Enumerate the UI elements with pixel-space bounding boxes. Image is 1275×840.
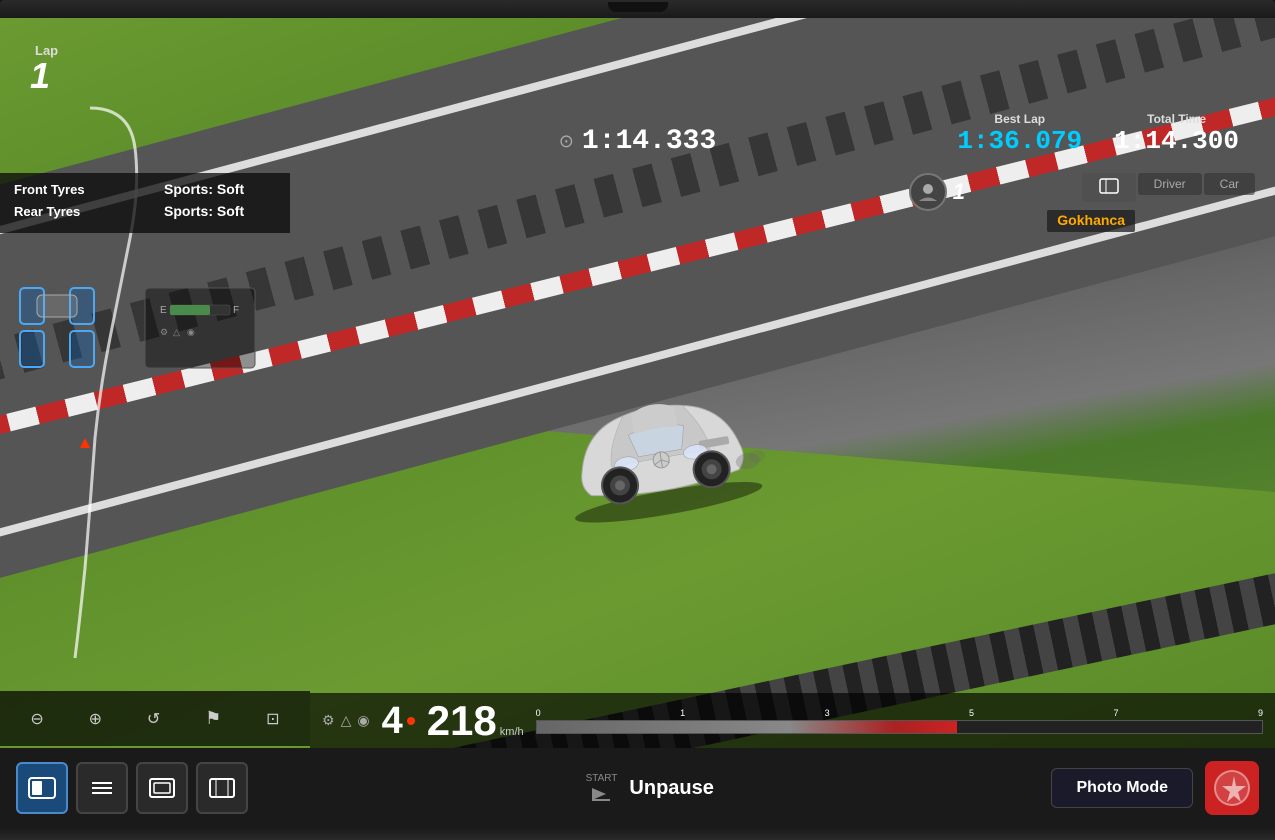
front-tyre-row: Front Tyres Sports: Soft bbox=[14, 181, 276, 197]
total-time-value: 1:14.300 bbox=[1114, 126, 1239, 156]
position-number: 1 bbox=[953, 179, 965, 205]
start-icon bbox=[588, 784, 614, 804]
front-tyre-type: Sports: Soft bbox=[164, 181, 244, 197]
rpm-bar bbox=[536, 720, 1263, 734]
player-position-section: 1 bbox=[909, 173, 965, 211]
tab-map[interactable] bbox=[1082, 173, 1136, 202]
view-mode-button-3[interactable] bbox=[136, 762, 188, 814]
ps-controller-button[interactable] bbox=[1205, 761, 1259, 815]
toolbar-right: Photo Mode bbox=[1051, 761, 1259, 815]
svg-text:⚙: ⚙ bbox=[160, 327, 168, 337]
best-lap-box: Best Lap 1:36.079 bbox=[941, 108, 1098, 160]
hud-timing-right: Best Lap 1:36.079 Total Time 1:14.300 bbox=[941, 108, 1255, 160]
svg-text:◉: ◉ bbox=[187, 327, 195, 337]
gear-display: 4 bbox=[382, 702, 415, 740]
view-mode-button-1[interactable] bbox=[16, 762, 68, 814]
view-mode-button-4[interactable] bbox=[196, 762, 248, 814]
expand-button[interactable]: ⊡ bbox=[262, 705, 283, 733]
gear-indicator-dot bbox=[407, 717, 415, 725]
gear-number: 4 bbox=[382, 702, 403, 740]
speed-display: 218 km/h bbox=[427, 700, 524, 742]
bottom-mini-icons: ⊖ ⊕ ↺ ⚑ ⊡ bbox=[0, 691, 310, 746]
front-tyre-label: Front Tyres bbox=[14, 182, 104, 197]
webcam-notch bbox=[608, 2, 668, 12]
tab-car[interactable]: Car bbox=[1204, 173, 1255, 195]
warning-triangle: △ bbox=[341, 712, 352, 729]
speed-value: 218 bbox=[427, 700, 497, 742]
rpm-bar-section: 013579 bbox=[536, 708, 1263, 734]
status-bar: ⚙ △ ◉ bbox=[322, 712, 370, 729]
rpm-labels: 013579 bbox=[536, 708, 1263, 718]
tab-driver[interactable]: Driver bbox=[1138, 173, 1202, 195]
tyre-info-panel: Front Tyres Sports: Soft Rear Tyres Spor… bbox=[0, 173, 290, 233]
zoom-out-button[interactable]: ⊖ bbox=[26, 705, 47, 733]
player-name: Gokhanca bbox=[1057, 212, 1125, 228]
svg-text:F: F bbox=[233, 305, 239, 316]
tyre-diagram: E F ⚙ △ ◉ bbox=[15, 283, 265, 373]
svg-text:△: △ bbox=[173, 327, 180, 337]
lap-number: 1 bbox=[30, 58, 58, 94]
refresh-button[interactable]: ↺ bbox=[143, 705, 164, 733]
total-time-box: Total Time 1:14.300 bbox=[1098, 108, 1255, 160]
rear-tyre-type: Sports: Soft bbox=[164, 203, 244, 219]
engine-icon: ⚙ bbox=[322, 712, 335, 729]
radio-icon: ◉ bbox=[357, 712, 369, 729]
zoom-in-button[interactable]: ⊕ bbox=[85, 705, 106, 733]
game-screen: Lap 1 ⊙ 1:14.333 Best Lap 1:36.079 Total… bbox=[0, 18, 1275, 828]
player-name-badge: Gokhanca bbox=[1047, 210, 1135, 232]
flag-button[interactable]: ⚑ bbox=[201, 704, 225, 733]
bottom-toolbar: START Unpause Photo Mode bbox=[0, 748, 1275, 828]
monitor-top-bezel bbox=[0, 0, 1275, 18]
toolbar-left-buttons bbox=[16, 762, 248, 814]
hud-lap-section: Lap 1 bbox=[20, 43, 58, 94]
rear-tyre-label: Rear Tyres bbox=[14, 204, 104, 219]
bottom-hud-bar: ⚙ △ ◉ 4 218 km/h 013579 bbox=[310, 693, 1275, 748]
ps-button-inner bbox=[1214, 770, 1250, 806]
start-label: START bbox=[586, 773, 618, 784]
photo-mode-button[interactable]: Photo Mode bbox=[1051, 768, 1193, 808]
svg-text:E: E bbox=[160, 305, 167, 316]
speed-unit: km/h bbox=[500, 727, 524, 738]
rpm-fill bbox=[537, 721, 958, 733]
monitor-bottom-bezel bbox=[0, 828, 1275, 840]
player-tabs: Driver Car bbox=[1082, 173, 1255, 202]
hud-timer-section: ⊙ 1:14.333 bbox=[559, 126, 717, 157]
best-lap-value: 1:36.079 bbox=[957, 126, 1082, 156]
view-mode-button-2[interactable] bbox=[76, 762, 128, 814]
start-button-group: START bbox=[586, 773, 618, 804]
current-lap-time: 1:14.333 bbox=[582, 126, 716, 157]
best-lap-label: Best Lap bbox=[957, 112, 1082, 126]
unpause-button[interactable]: Unpause bbox=[629, 777, 713, 800]
rear-tyre-row: Rear Tyres Sports: Soft bbox=[14, 203, 276, 219]
timer-icon: ⊙ bbox=[559, 131, 574, 152]
player-avatar bbox=[909, 173, 947, 211]
toolbar-center: START Unpause bbox=[248, 773, 1051, 804]
total-time-label: Total Time bbox=[1114, 112, 1239, 126]
tyre-diagram-svg: E F ⚙ △ ◉ bbox=[15, 283, 265, 373]
